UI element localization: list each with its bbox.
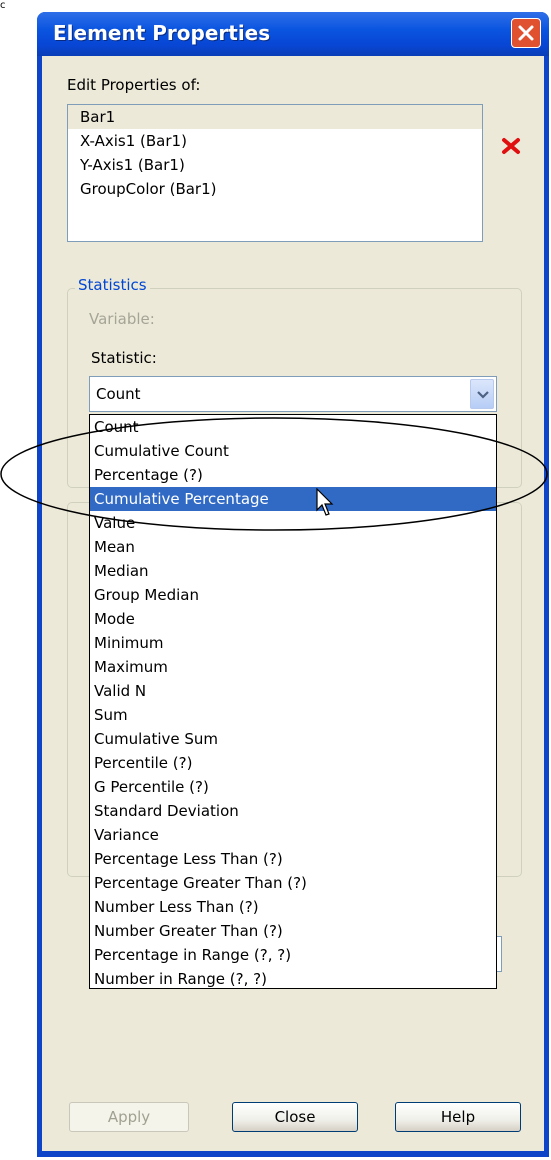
close-button[interactable]: Close xyxy=(232,1102,358,1132)
dropdown-option[interactable]: Count xyxy=(90,415,496,439)
dropdown-option[interactable]: Number in Range (?, ?) xyxy=(90,967,496,991)
edit-properties-list[interactable]: Bar1 X-Axis1 (Bar1) Y-Axis1 (Bar1) Group… xyxy=(67,104,483,242)
list-item[interactable]: X-Axis1 (Bar1) xyxy=(68,129,482,153)
close-icon xyxy=(518,25,534,41)
statistics-group-title: Statistics xyxy=(75,276,150,294)
list-item[interactable]: GroupColor (Bar1) xyxy=(68,177,482,201)
edit-properties-label: Edit Properties of: xyxy=(67,76,201,94)
dropdown-option[interactable]: Mean xyxy=(90,535,496,559)
window-title: Element Properties xyxy=(53,21,271,45)
statistic-dropdown-button[interactable] xyxy=(470,379,494,409)
dropdown-option[interactable]: Percentage in Range (?, ?) xyxy=(90,943,496,967)
dropdown-option[interactable]: Variance xyxy=(90,823,496,847)
statistic-combobox[interactable]: Count xyxy=(89,376,497,412)
dropdown-option[interactable]: Valid N xyxy=(90,679,496,703)
dropdown-option[interactable]: Cumulative Percentage xyxy=(90,487,496,511)
dropdown-option[interactable]: Minimum xyxy=(90,631,496,655)
list-item[interactable]: Bar1 xyxy=(68,105,482,129)
chevron-down-icon xyxy=(477,391,489,399)
corner-text: c xyxy=(0,0,6,11)
apply-button[interactable]: Apply xyxy=(69,1102,189,1132)
list-item[interactable]: Y-Axis1 (Bar1) xyxy=(68,153,482,177)
delete-icon[interactable] xyxy=(501,136,521,156)
statistic-combobox-value: Count xyxy=(96,385,141,403)
dropdown-option[interactable]: Maximum xyxy=(90,655,496,679)
statistic-label: Statistic: xyxy=(91,349,157,367)
dropdown-option[interactable]: Mode xyxy=(90,607,496,631)
dialog-body: Edit Properties of: Bar1 X-Axis1 (Bar1) … xyxy=(42,56,544,1151)
title-bar[interactable]: Element Properties xyxy=(37,12,549,56)
dropdown-option[interactable]: Value xyxy=(90,511,496,535)
dropdown-option[interactable]: Number Greater Than (?) xyxy=(90,919,496,943)
mouse-pointer-icon xyxy=(316,488,334,516)
help-button[interactable]: Help xyxy=(395,1102,521,1132)
element-properties-window: Element Properties Edit Properties of: B… xyxy=(37,12,549,1157)
dropdown-option[interactable]: Group Median xyxy=(90,583,496,607)
dropdown-option[interactable]: Median xyxy=(90,559,496,583)
dropdown-option[interactable]: Cumulative Count xyxy=(90,439,496,463)
dropdown-option[interactable]: G Percentile (?) xyxy=(90,775,496,799)
dropdown-option[interactable]: Standard Deviation xyxy=(90,799,496,823)
dropdown-option[interactable]: Sum xyxy=(90,703,496,727)
statistic-dropdown-list[interactable]: Count Cumulative Count Percentage (?) Cumul… xyxy=(89,414,497,989)
dropdown-option[interactable]: Percentage (?) xyxy=(90,463,496,487)
dropdown-option[interactable]: Percentage Greater Than (?) xyxy=(90,871,496,895)
close-window-button[interactable] xyxy=(511,18,541,48)
dropdown-option[interactable]: Cumulative Sum xyxy=(90,727,496,751)
variable-label: Variable: xyxy=(89,310,155,328)
dropdown-option[interactable]: Percentile (?) xyxy=(90,751,496,775)
dropdown-option[interactable]: Number Less Than (?) xyxy=(90,895,496,919)
dropdown-option[interactable]: Percentage Less Than (?) xyxy=(90,847,496,871)
